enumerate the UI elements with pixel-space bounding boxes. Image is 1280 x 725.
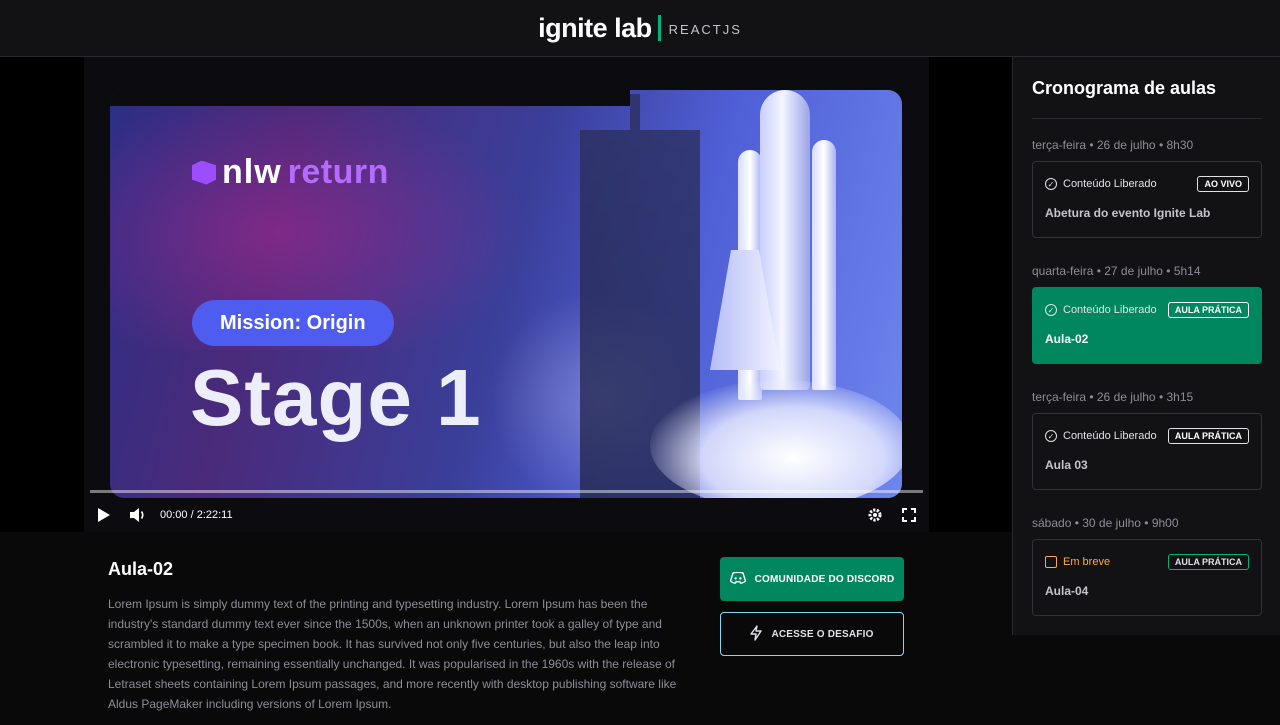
lesson-date: quarta-feira • 27 de julho • 5h14	[1032, 264, 1201, 278]
play-icon[interactable]	[90, 501, 118, 529]
video-stage: nlw return Mission: Origin Stage 1 00:00…	[0, 57, 1012, 532]
logo-divider	[657, 15, 661, 41]
lesson-card[interactable]: ✓ Conteúdo Liberado AULA PRÁTICA Aula 03	[1032, 413, 1262, 490]
lesson-status: Em breve	[1045, 556, 1110, 568]
lesson-status: ✓ Conteúdo Liberado	[1045, 430, 1157, 442]
smoke-graphic	[650, 380, 902, 498]
check-circle-icon: ✓	[1045, 304, 1057, 316]
discord-icon	[729, 571, 746, 587]
lesson-description: Lorem Ipsum is simply dummy text of the …	[108, 597, 677, 711]
lesson-card-active[interactable]: ✓ Conteúdo Liberado AULA PRÁTICA Aula-02	[1032, 287, 1262, 364]
discord-community-button[interactable]: COMUNIDADE DO DISCORD	[720, 557, 904, 601]
video-player[interactable]: nlw return Mission: Origin Stage 1 00:00…	[84, 57, 929, 532]
lesson-type-badge: AULA PRÁTICA	[1167, 428, 1249, 444]
video-time: 00:00 / 2:22:11	[160, 508, 233, 521]
check-circle-icon: ✓	[1045, 178, 1057, 190]
lesson-item: terça-feira • 26 de julho • 3h15 ✓ Conte…	[1032, 390, 1262, 490]
lesson-card-title: Aula-02	[1045, 332, 1089, 346]
stage-title: Stage 1	[190, 353, 482, 442]
lesson-type-badge: AO VIVO	[1197, 176, 1249, 192]
lesson-card[interactable]: Em breve AULA PRÁTICA Aula-04	[1032, 539, 1262, 616]
lesson-title: Aula-02	[108, 559, 174, 579]
mission-badge: Mission: Origin	[192, 300, 394, 346]
nlw-logo-suffix: return	[287, 153, 389, 191]
divider	[1032, 118, 1262, 119]
lesson-schedule-sidebar: Cronograma de aulas terça-feira • 26 de …	[1012, 57, 1280, 635]
access-challenge-button[interactable]: ACESSE O DESAFIO	[720, 612, 904, 656]
logo-text: ignite lab	[538, 12, 652, 43]
lesson-status: ✓ Conteúdo Liberado	[1045, 304, 1157, 316]
settings-gear-icon[interactable]	[861, 501, 889, 529]
logo-subtitle: REACTJS	[668, 22, 742, 37]
nlw-return-logo: nlw return	[192, 153, 389, 192]
lightning-icon	[750, 624, 763, 644]
lesson-date: terça-feira • 26 de julho • 3h15	[1032, 390, 1194, 404]
top-bar: ignite lab REACTJS	[0, 0, 1280, 57]
lesson-item: quarta-feira • 27 de julho • 5h14 ✓ Cont…	[1032, 264, 1262, 364]
volume-icon[interactable]	[124, 501, 152, 529]
nlw-logo-prefix: nlw	[222, 153, 282, 191]
lesson-item: terça-feira • 26 de julho • 8h30 ✓ Conte…	[1032, 138, 1262, 238]
lesson-details: Aula-02 Lorem Ipsum is simply dummy text…	[0, 532, 1012, 725]
lesson-type-badge: AULA PRÁTICA	[1167, 302, 1249, 318]
video-controls: 00:00 / 2:22:11	[84, 497, 929, 532]
lesson-date: terça-feira • 26 de julho • 8h30	[1032, 138, 1194, 152]
check-circle-icon: ✓	[1045, 430, 1057, 442]
fullscreen-icon[interactable]	[895, 501, 923, 529]
challenge-button-label: ACESSE O DESAFIO	[771, 628, 874, 640]
lesson-type-badge: AULA PRÁTICA	[1167, 554, 1249, 570]
lesson-date: sábado • 30 de julho • 9h00	[1032, 516, 1179, 530]
lesson-card[interactable]: ✓ Conteúdo Liberado AO VIVO Abetura do e…	[1032, 161, 1262, 238]
lesson-card-title: Aula 03	[1045, 458, 1088, 472]
lesson-card-title: Abetura do evento Ignite Lab	[1045, 206, 1211, 220]
lock-icon	[1045, 556, 1057, 568]
nlw-logo-icon	[192, 160, 216, 185]
video-progress-bar[interactable]	[90, 490, 923, 493]
schedule-title: Cronograma de aulas	[1032, 78, 1217, 98]
video-poster: nlw return Mission: Origin Stage 1	[110, 90, 902, 498]
lesson-card-title: Aula-04	[1045, 584, 1089, 598]
lesson-item: sábado • 30 de julho • 9h00 Em breve AUL…	[1032, 516, 1262, 616]
lesson-status: ✓ Conteúdo Liberado	[1045, 178, 1157, 190]
discord-button-label: COMUNIDADE DO DISCORD	[754, 573, 895, 585]
